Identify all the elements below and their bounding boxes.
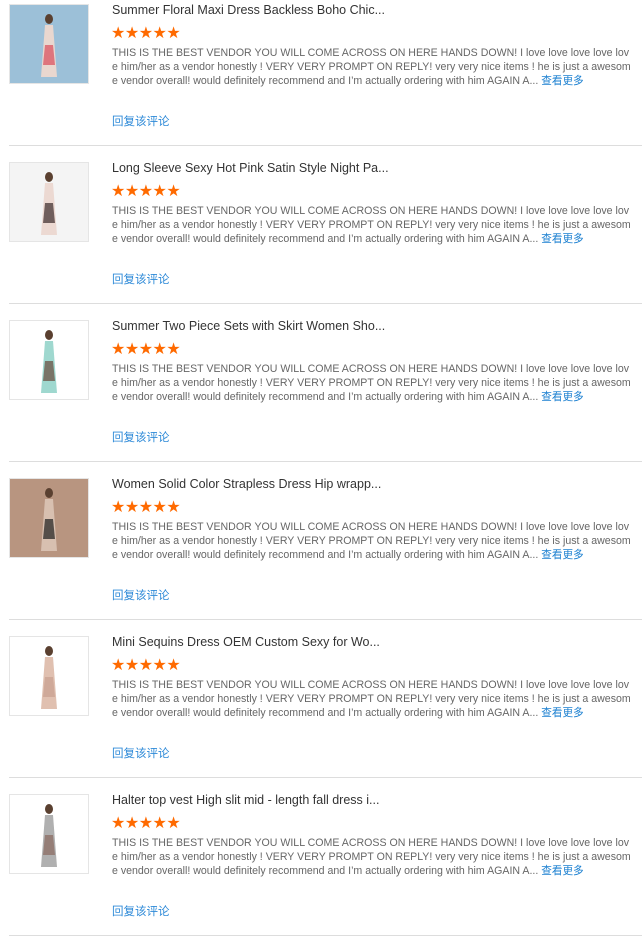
star-icon: ★	[166, 499, 181, 516]
rating-stars: ★★★★★	[111, 497, 181, 517]
product-thumbnail[interactable]	[9, 636, 89, 716]
product-title[interactable]: Halter top vest High slit mid - length f…	[112, 793, 379, 807]
review-item: Mini Sequins Dress OEM Custom Sexy for W…	[9, 632, 642, 778]
star-icon: ★	[152, 341, 167, 358]
star-icon: ★	[124, 657, 139, 674]
star-icon: ★	[124, 815, 139, 832]
review-list: Summer Floral Maxi Dress Backless Boho C…	[0, 0, 642, 936]
star-icon: ★	[138, 25, 153, 42]
star-icon: ★	[138, 341, 153, 358]
product-thumbnail[interactable]	[9, 320, 89, 400]
review-item: Summer Two Piece Sets with Skirt Women S…	[9, 316, 642, 462]
see-more-link[interactable]: 查看更多	[541, 865, 583, 877]
star-icon: ★	[111, 341, 125, 358]
star-icon: ★	[166, 341, 181, 358]
product-title[interactable]: Long Sleeve Sexy Hot Pink Satin Style Ni…	[112, 161, 389, 175]
reply-link[interactable]: 回复该评论	[112, 587, 170, 603]
star-icon: ★	[166, 657, 181, 674]
star-icon: ★	[124, 341, 139, 358]
product-thumbnail[interactable]	[9, 478, 89, 558]
star-icon: ★	[111, 183, 125, 200]
reply-link[interactable]: 回复该评论	[112, 113, 170, 129]
review-item: Halter top vest High slit mid - length f…	[9, 790, 642, 936]
see-more-link[interactable]: 查看更多	[541, 75, 583, 87]
rating-stars: ★★★★★	[111, 339, 181, 359]
review-item: Summer Floral Maxi Dress Backless Boho C…	[9, 0, 642, 146]
star-icon: ★	[111, 499, 125, 516]
star-icon: ★	[152, 815, 167, 832]
see-more-link[interactable]: 查看更多	[541, 549, 583, 561]
review-item: Long Sleeve Sexy Hot Pink Satin Style Ni…	[9, 158, 642, 304]
star-icon: ★	[124, 183, 139, 200]
rating-stars: ★★★★★	[111, 655, 181, 675]
reply-link[interactable]: 回复该评论	[112, 903, 170, 919]
review-text: THIS IS THE BEST VENDOR YOU WILL COME AC…	[112, 836, 634, 879]
review-text: THIS IS THE BEST VENDOR YOU WILL COME AC…	[112, 678, 634, 721]
star-icon: ★	[152, 499, 167, 516]
star-icon: ★	[124, 25, 139, 42]
reply-link[interactable]: 回复该评论	[112, 271, 170, 287]
star-icon: ★	[152, 183, 167, 200]
see-more-link[interactable]: 查看更多	[541, 707, 583, 719]
product-thumbnail[interactable]	[9, 794, 89, 874]
product-title[interactable]: Summer Floral Maxi Dress Backless Boho C…	[112, 3, 385, 17]
star-icon: ★	[124, 499, 139, 516]
review-item: Women Solid Color Strapless Dress Hip wr…	[9, 474, 642, 620]
star-icon: ★	[166, 815, 181, 832]
see-more-link[interactable]: 查看更多	[541, 233, 583, 245]
star-icon: ★	[166, 25, 181, 42]
star-icon: ★	[166, 183, 181, 200]
star-icon: ★	[138, 815, 153, 832]
star-icon: ★	[111, 657, 125, 674]
product-title[interactable]: Women Solid Color Strapless Dress Hip wr…	[112, 477, 381, 491]
product-title[interactable]: Mini Sequins Dress OEM Custom Sexy for W…	[112, 635, 380, 649]
review-text: THIS IS THE BEST VENDOR YOU WILL COME AC…	[112, 362, 634, 405]
see-more-link[interactable]: 查看更多	[541, 391, 583, 403]
star-icon: ★	[111, 25, 125, 42]
star-icon: ★	[152, 25, 167, 42]
product-thumbnail[interactable]	[9, 162, 89, 242]
reply-link[interactable]: 回复该评论	[112, 429, 170, 445]
rating-stars: ★★★★★	[111, 23, 181, 43]
star-icon: ★	[111, 815, 125, 832]
star-icon: ★	[152, 657, 167, 674]
rating-stars: ★★★★★	[111, 181, 181, 201]
reply-link[interactable]: 回复该评论	[112, 745, 170, 761]
review-text: THIS IS THE BEST VENDOR YOU WILL COME AC…	[112, 204, 634, 247]
review-text: THIS IS THE BEST VENDOR YOU WILL COME AC…	[112, 520, 634, 563]
product-title[interactable]: Summer Two Piece Sets with Skirt Women S…	[112, 319, 385, 333]
product-thumbnail[interactable]	[9, 4, 89, 84]
review-text: THIS IS THE BEST VENDOR YOU WILL COME AC…	[112, 46, 634, 89]
rating-stars: ★★★★★	[111, 813, 181, 833]
star-icon: ★	[138, 499, 153, 516]
star-icon: ★	[138, 657, 153, 674]
star-icon: ★	[138, 183, 153, 200]
